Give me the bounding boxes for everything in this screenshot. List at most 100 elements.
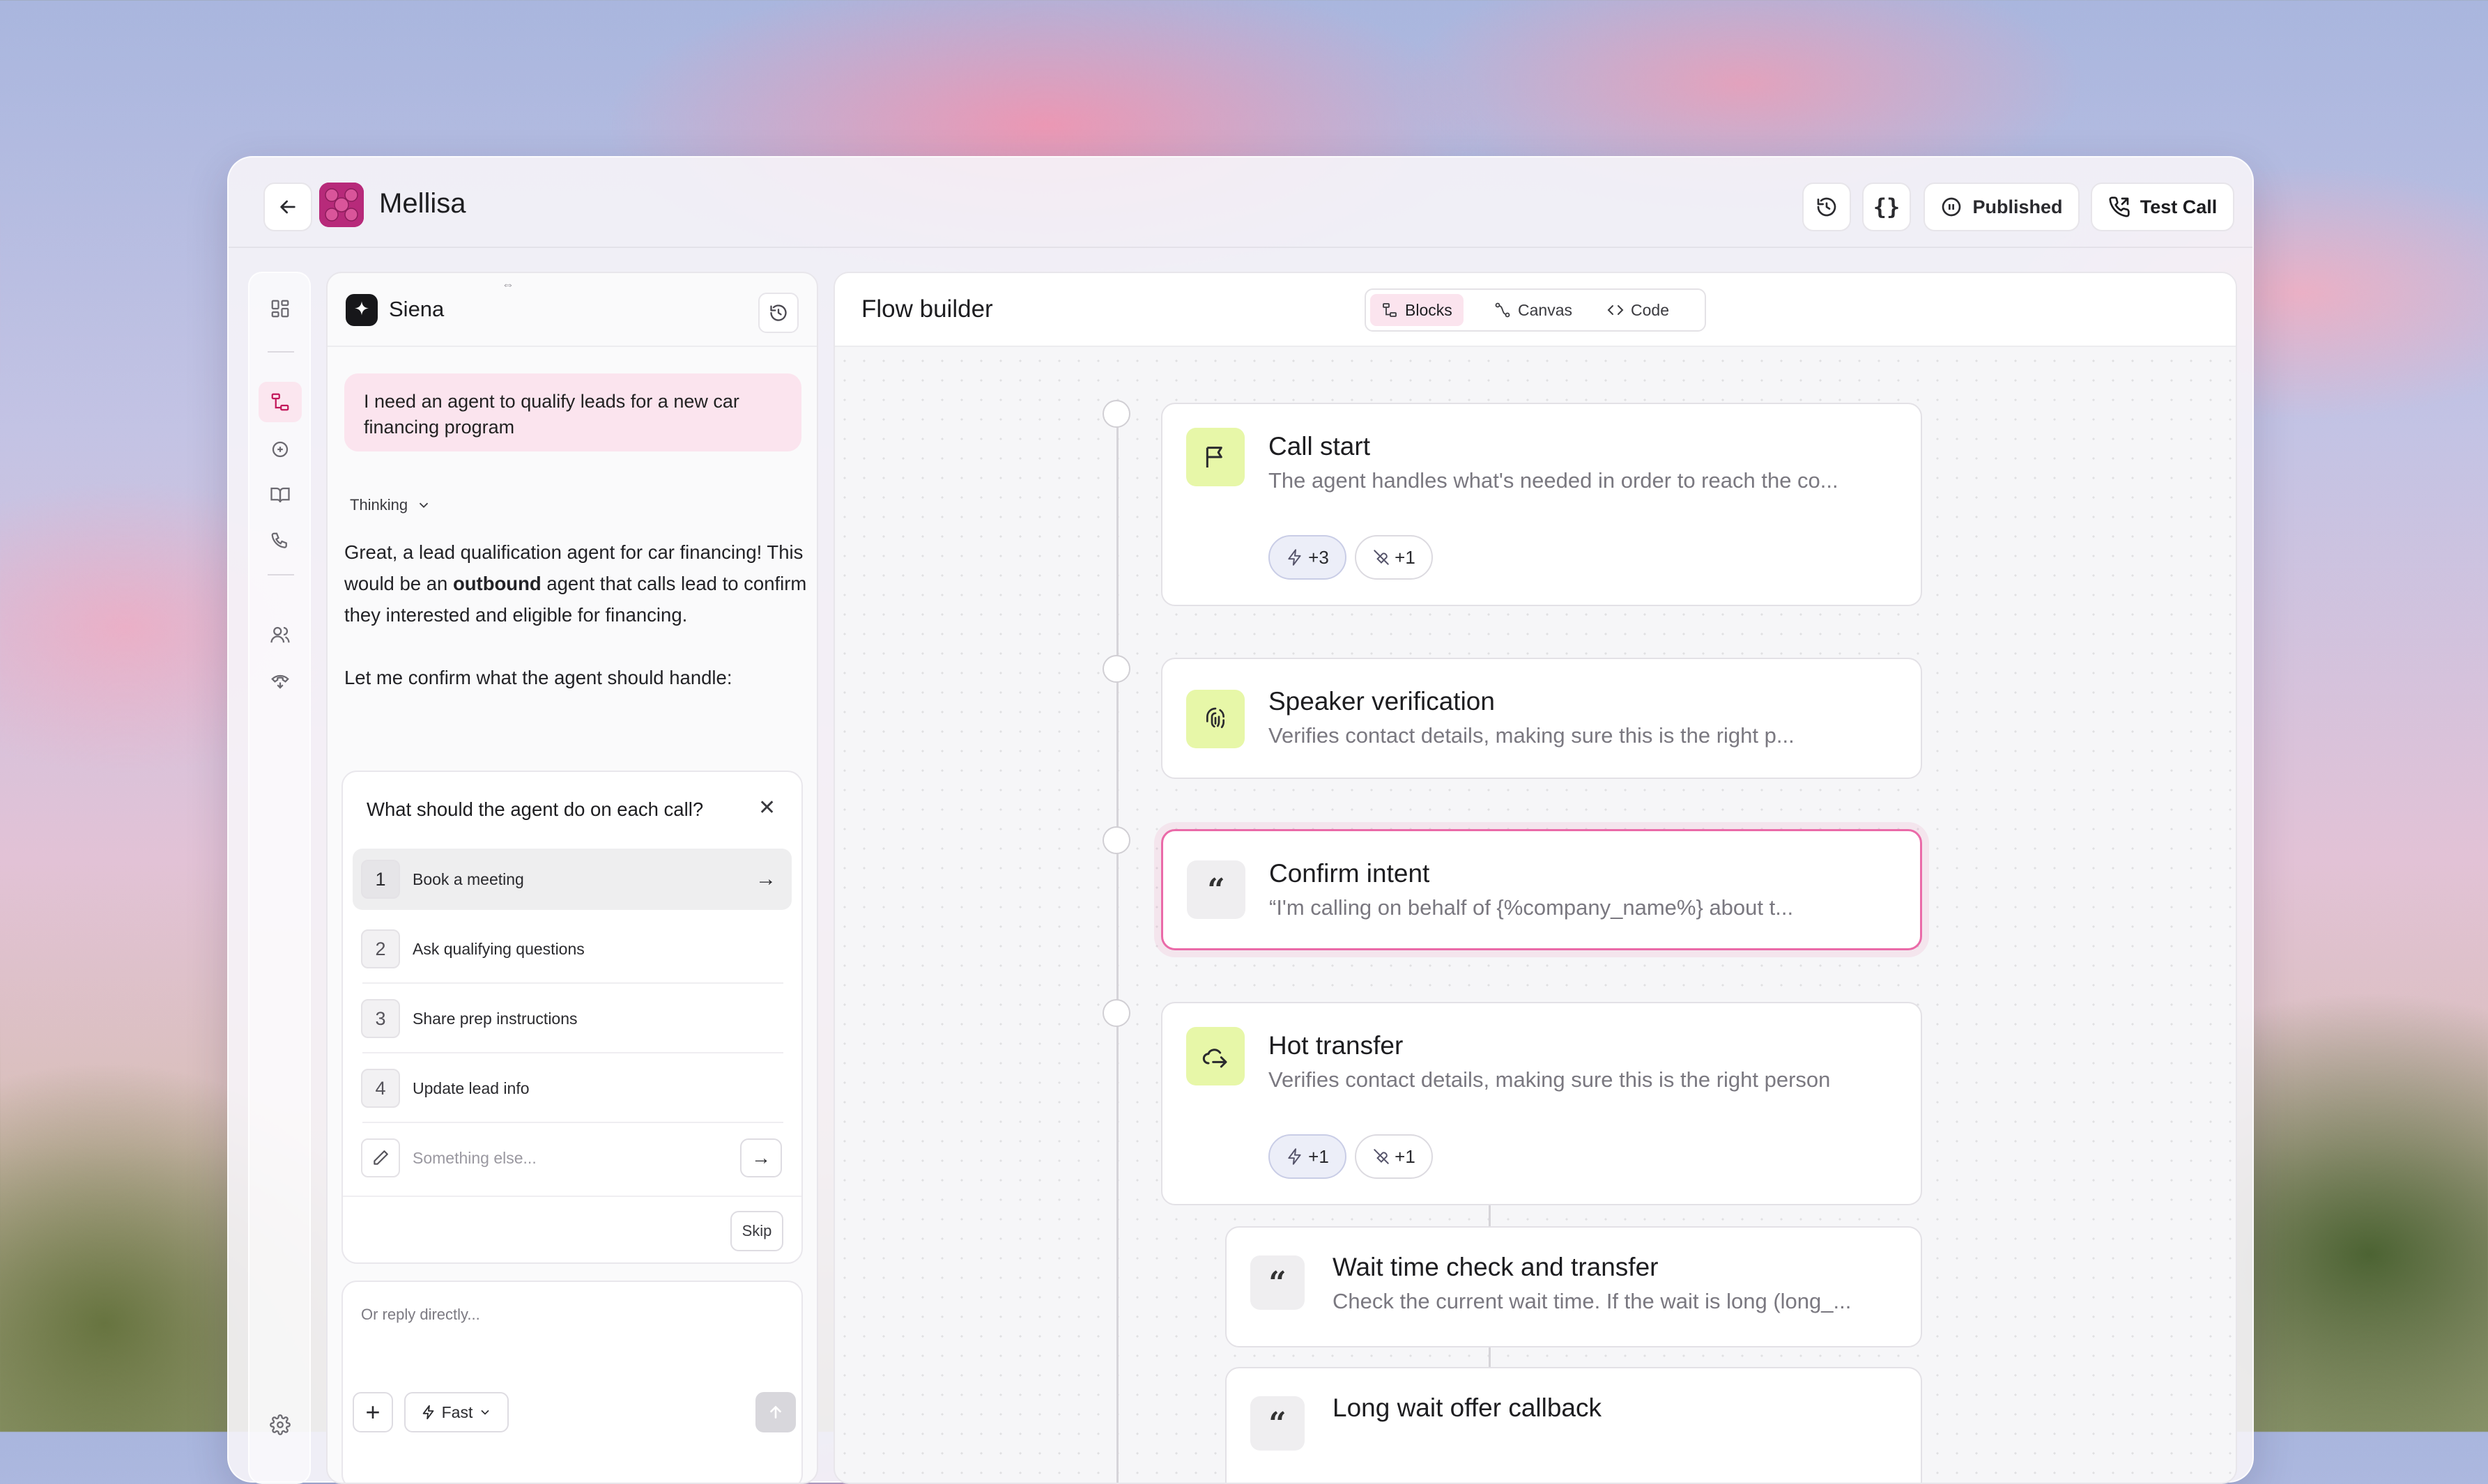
flag-icon xyxy=(1186,428,1245,486)
chat-history-button[interactable] xyxy=(758,293,799,333)
arrow-right-icon: → xyxy=(755,867,776,890)
option-label: Share prep instructions xyxy=(413,1009,578,1028)
assistant-followup: Let me confirm what the agent should han… xyxy=(344,667,732,688)
block-description: Verifies contact details, making sure th… xyxy=(1268,723,1795,748)
flow-tree-icon xyxy=(271,393,289,411)
assistant-panel: Siena ⇔ I need an agent to qualify leads… xyxy=(326,272,818,1484)
actions-chip[interactable]: +3 xyxy=(1268,535,1346,580)
assistant-name: Siena xyxy=(389,297,445,321)
arrow-left-icon xyxy=(280,200,295,214)
rail-settings[interactable] xyxy=(259,1405,302,1445)
transfer-icon xyxy=(1186,1027,1245,1085)
pencil-icon xyxy=(361,1138,400,1177)
block-description: “I'm calling on behalf of {%company_name… xyxy=(1269,895,1794,920)
braces-icon: {} xyxy=(1873,194,1900,220)
option-number: 1 xyxy=(361,860,400,899)
telephony-icon xyxy=(271,674,289,689)
book-icon xyxy=(270,487,290,503)
canvas-icon xyxy=(1495,302,1510,318)
option-divider xyxy=(362,982,783,984)
tools-chip[interactable]: +1 xyxy=(1355,535,1433,580)
option-3[interactable]: 3 Share prep instructions xyxy=(353,988,792,1049)
node-handle[interactable] xyxy=(1103,400,1130,428)
app-window: Mellisa {} Published Test Call Siena ⇔ I… xyxy=(227,156,2254,1484)
block-long-wait-callback[interactable]: “ Long wait offer callback xyxy=(1225,1367,1922,1483)
node-handle[interactable] xyxy=(1103,655,1130,683)
reply-input[interactable]: Or reply directly... xyxy=(361,1306,480,1324)
plus-icon: + xyxy=(365,1398,381,1426)
rail-flow[interactable] xyxy=(259,382,302,422)
tools-chip[interactable]: +1 xyxy=(1355,1134,1433,1179)
back-button[interactable] xyxy=(263,183,312,231)
tab-blocks[interactable]: Blocks xyxy=(1370,294,1464,326)
user-message: I need an agent to qualify leads for a n… xyxy=(344,373,801,451)
fingerprint-icon xyxy=(1186,690,1245,748)
json-view-button[interactable]: {} xyxy=(1862,183,1911,231)
option-1[interactable]: 1 Book a meeting → xyxy=(353,849,792,910)
published-label: Published xyxy=(1972,196,2063,217)
block-confirm-intent[interactable]: “ Confirm intent “I'm calling on behalf … xyxy=(1161,829,1922,950)
tab-canvas[interactable]: Canvas xyxy=(1483,294,1583,326)
option-divider xyxy=(362,1052,783,1053)
block-description: Verifies contact details, making sure th… xyxy=(1268,1067,1831,1092)
block-speaker-verification[interactable]: Speaker verification Verifies contact de… xyxy=(1161,658,1922,779)
attach-button[interactable]: + xyxy=(353,1392,393,1432)
chevron-down-icon xyxy=(481,1409,489,1415)
rail-calls[interactable] xyxy=(259,521,302,562)
quote-icon: “ xyxy=(1250,1396,1305,1451)
rail-contacts[interactable] xyxy=(259,615,302,655)
send-button[interactable] xyxy=(755,1392,796,1432)
lightning-icon xyxy=(1288,1148,1301,1165)
skip-button[interactable]: Skip xyxy=(730,1211,783,1251)
resize-handle-icon[interactable]: ⇔ xyxy=(502,277,514,292)
emphasis-outbound: outbound xyxy=(452,573,542,594)
thinking-toggle[interactable]: Thinking xyxy=(350,496,431,514)
block-title: Long wait offer callback xyxy=(1333,1393,1602,1422)
actions-chip[interactable]: +1 xyxy=(1268,1134,1346,1179)
node-handle[interactable] xyxy=(1103,999,1130,1027)
lightning-icon xyxy=(422,1405,433,1420)
chevron-down-icon xyxy=(420,502,429,509)
test-call-label: Test Call xyxy=(2140,196,2218,217)
block-title: Speaker verification xyxy=(1268,687,1495,716)
option-label: Update lead info xyxy=(413,1079,530,1097)
block-title: Confirm intent xyxy=(1269,859,1430,888)
code-icon xyxy=(1607,305,1624,315)
sparkle-logo-icon xyxy=(346,294,378,326)
option-number: 2 xyxy=(361,929,400,968)
arrow-up-icon xyxy=(770,1405,781,1419)
rail-dashboard[interactable] xyxy=(259,288,302,329)
view-switcher: Blocks Canvas Code xyxy=(1365,288,1706,332)
card-divider xyxy=(343,1196,801,1197)
submit-other-button[interactable]: → xyxy=(740,1138,782,1177)
rail-telephony[interactable] xyxy=(259,660,302,701)
other-option-input[interactable]: Something else... xyxy=(413,1149,740,1168)
pause-circle-icon xyxy=(1942,197,1961,217)
option-number: 4 xyxy=(361,1069,400,1108)
block-title: Wait time check and transfer xyxy=(1333,1253,1659,1281)
block-hot-transfer[interactable]: Hot transfer Verifies contact details, m… xyxy=(1161,1002,1922,1205)
option-2[interactable]: 2 Ask qualifying questions xyxy=(353,918,792,980)
voice-settings-icon xyxy=(272,441,289,458)
block-title: Hot transfer xyxy=(1268,1031,1404,1060)
flow-builder-panel: Flow builder Blocks Canvas Code Call sta… xyxy=(834,272,2237,1484)
block-wait-time-check[interactable]: “ Wait time check and transfer Check the… xyxy=(1225,1226,1922,1347)
block-description: Check the current wait time. If the wait… xyxy=(1333,1289,1852,1313)
option-4[interactable]: 4 Update lead info xyxy=(353,1058,792,1119)
rail-knowledge[interactable] xyxy=(259,475,302,516)
option-divider xyxy=(362,1122,783,1123)
phone-call-icon xyxy=(2109,196,2130,217)
rail-voice[interactable] xyxy=(259,429,302,470)
node-handle[interactable] xyxy=(1103,826,1130,854)
version-history-button[interactable] xyxy=(1802,183,1851,231)
close-icon[interactable]: ✕ xyxy=(758,796,776,820)
block-call-start[interactable]: Call start The agent handles what's need… xyxy=(1161,403,1922,606)
mode-select[interactable]: Fast xyxy=(404,1392,509,1432)
flow-connector xyxy=(1116,426,1119,1483)
blocks-icon xyxy=(1383,303,1397,317)
published-button[interactable]: Published xyxy=(1923,183,2080,231)
test-call-button[interactable]: Test Call xyxy=(2091,183,2234,231)
tool-off-icon xyxy=(1374,550,1389,565)
app-title: Mellisa xyxy=(379,188,466,219)
tab-code[interactable]: Code xyxy=(1596,294,1680,326)
